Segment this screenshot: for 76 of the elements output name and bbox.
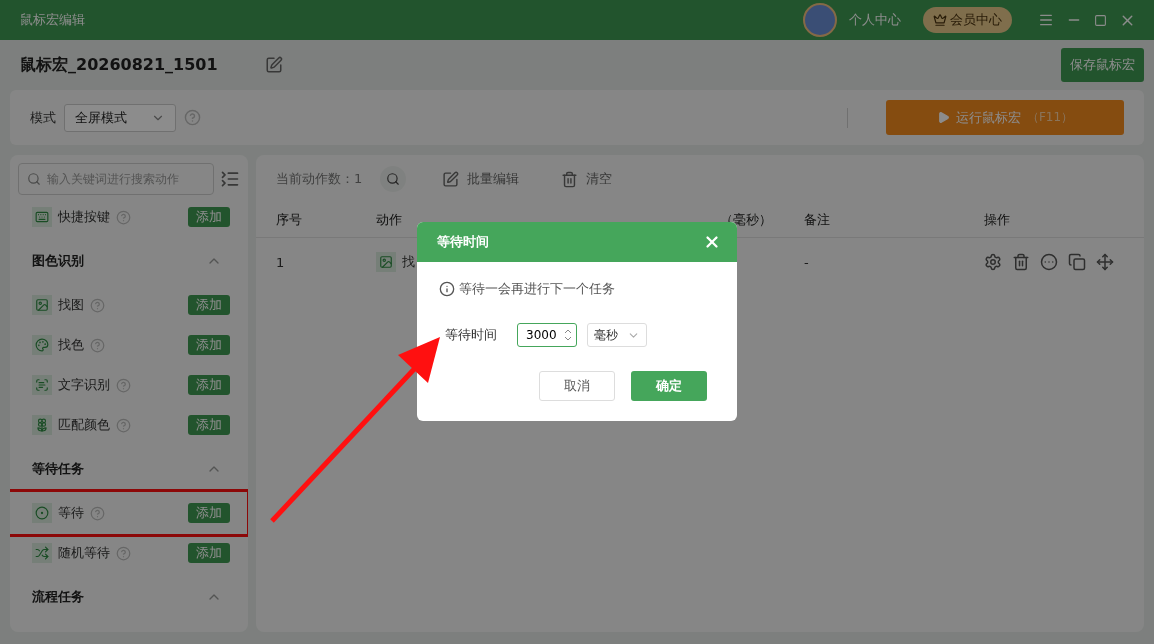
unit-select[interactable]: 毫秒 [587, 323, 647, 347]
search-button[interactable] [380, 166, 407, 192]
action-label: 随机等待 [58, 544, 110, 562]
shuffle-icon [32, 543, 52, 563]
field-label: 等待时间 [445, 326, 497, 344]
dialog-title: 等待时间 [437, 233, 489, 251]
help-icon[interactable] [116, 545, 131, 561]
action-label: 文字识别 [58, 376, 110, 394]
column-header: 序号 [276, 211, 303, 229]
action-label: 快捷按键 [58, 208, 110, 226]
search-icon [27, 172, 41, 186]
keyboard-icon [32, 207, 52, 227]
run-button[interactable]: 运行鼠标宏 （F11） [886, 100, 1124, 135]
batch-edit-button[interactable]: 批量编辑 [436, 169, 526, 189]
table-cell-text: - [804, 254, 810, 270]
help-icon[interactable] [90, 297, 105, 313]
image-icon [32, 295, 52, 315]
search-icon [386, 171, 401, 187]
mode-label: 模式 [30, 108, 56, 127]
avatar[interactable] [803, 3, 837, 37]
copy-icon[interactable] [1068, 253, 1086, 271]
action-icon [376, 252, 396, 272]
delete-icon[interactable] [1012, 253, 1030, 271]
clear-button[interactable]: 清空 [555, 169, 619, 189]
add-button[interactable]: 添加 [188, 375, 230, 395]
confirm-button[interactable]: 确定 [631, 371, 707, 401]
info-icon [439, 281, 455, 297]
play-icon [936, 111, 950, 124]
add-button[interactable]: 添加 [188, 543, 230, 563]
maximize-icon[interactable] [1094, 13, 1107, 27]
settings-icon[interactable] [984, 253, 1002, 271]
table-cell-text: 1 [276, 254, 286, 270]
crown-icon [933, 13, 947, 27]
move-icon[interactable] [1096, 253, 1114, 271]
add-button[interactable]: 添加 [188, 295, 230, 315]
help-icon[interactable] [90, 337, 105, 353]
section-title: 流程任务 [32, 588, 84, 606]
window-title: 鼠标宏编辑 [20, 11, 86, 29]
number-field[interactable]: 3000 [517, 323, 577, 347]
flower-icon [32, 415, 52, 435]
section-title: 等待任务 [32, 460, 84, 478]
help-icon[interactable] [116, 377, 131, 393]
text-scan-icon [32, 375, 52, 395]
add-button[interactable]: 添加 [188, 415, 230, 435]
add-button[interactable]: 添加 [188, 503, 230, 523]
menu-icon[interactable] [1038, 12, 1054, 28]
section-title: 图色识别 [32, 252, 84, 270]
action-label: 找色 [58, 336, 84, 354]
cancel-button[interactable]: 取消 [539, 371, 615, 401]
column-header: 备注 [804, 211, 831, 229]
close-button[interactable] [703, 233, 721, 251]
mode-select[interactable]: 全屏模式 [64, 103, 176, 132]
action-label: 匹配颜色 [58, 416, 110, 434]
macro-name: 鼠标宏_20260821_1501 [20, 54, 219, 76]
user-center-link[interactable]: 个人中心 [849, 11, 901, 29]
action-label: 找图 [58, 296, 84, 314]
add-button[interactable]: 添加 [188, 335, 230, 355]
help-icon[interactable] [116, 417, 131, 433]
column-header: 操作 [984, 211, 1011, 229]
help-icon[interactable] [116, 209, 131, 225]
add-button[interactable]: 添加 [188, 207, 230, 227]
action-count: 当前动作数：1 [276, 170, 363, 188]
hint-text: 等待一会再进行下一个任务 [459, 280, 615, 298]
vip-button[interactable]: 会员中心 [923, 7, 1012, 33]
target-icon [32, 503, 52, 523]
action-label: 等待 [58, 504, 84, 522]
help-icon[interactable] [90, 505, 105, 521]
stepper-icon[interactable] [563, 327, 573, 343]
column-header: 动作 [376, 211, 403, 229]
more-icon[interactable] [1040, 253, 1058, 271]
save-button[interactable]: 保存鼠标宏 [1061, 48, 1144, 82]
help-icon[interactable] [184, 109, 201, 126]
palette-icon [32, 335, 52, 355]
trash-icon [561, 170, 579, 188]
table-cell: 找 [402, 253, 415, 271]
collapse-all-icon[interactable] [220, 169, 240, 189]
